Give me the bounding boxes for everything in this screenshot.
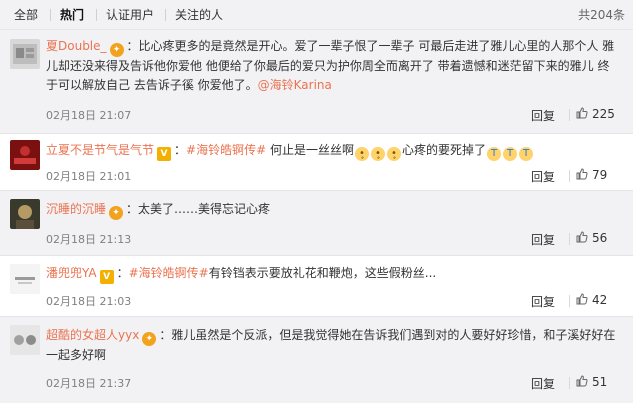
thumb-up-icon bbox=[576, 375, 588, 387]
topic-link[interactable]: #海铃皓锕传# bbox=[186, 143, 266, 157]
comment-timestamp: 02月18日 21:37 bbox=[46, 377, 132, 390]
vip-badge-icon: V bbox=[157, 147, 172, 161]
like-count: 225 bbox=[592, 107, 615, 121]
avatar-image-icon bbox=[10, 264, 40, 294]
mention-link[interactable]: @海铃Karina bbox=[258, 78, 332, 92]
avatar-image-icon bbox=[10, 39, 40, 69]
action-divider bbox=[569, 377, 570, 389]
avatar-image-icon bbox=[10, 140, 40, 170]
thumb-up-icon bbox=[576, 168, 588, 180]
comment-total-count: 共204条 bbox=[578, 8, 625, 22]
sad-face-icon: •̥ bbox=[371, 147, 385, 161]
reply-button[interactable]: 回复 bbox=[531, 375, 555, 392]
like-count: 56 bbox=[592, 231, 608, 245]
action-divider bbox=[569, 170, 570, 182]
avatar-image-icon bbox=[10, 325, 40, 355]
thumb-up-icon bbox=[576, 293, 588, 305]
like-count: 42 bbox=[592, 293, 608, 307]
avatar[interactable] bbox=[10, 264, 40, 294]
crying-face-icon: T bbox=[519, 147, 534, 161]
like-button[interactable]: 225 bbox=[576, 107, 615, 121]
comment-body: 有铃铛表示要放礼花和鞭炮，这些假粉丝... bbox=[208, 266, 437, 280]
comment-item: 夏Double_ ✦ ：比心疼更多的是竟然是开心。爱了一辈子恨了一辈子 可最后走进了… bbox=[0, 30, 633, 133]
tab-hot[interactable]: 热门 bbox=[60, 0, 84, 30]
tab-divider bbox=[50, 9, 51, 21]
comment-body-continued: 心疼的要死掉了 bbox=[402, 143, 487, 157]
comment-text: 夏Double_ ✦ ：比心疼更多的是竟然是开心。爱了一辈子恨了一辈子 可最后走进了… bbox=[46, 39, 615, 92]
comment-username[interactable]: 潘兜兜YA bbox=[46, 266, 97, 280]
avatar-image-icon bbox=[10, 199, 40, 229]
comment-text: 潘兜兜YA V ：#海铃皓锕传#有铃铛表示要放礼花和鞭炮，这些假粉丝... bbox=[46, 266, 437, 284]
comment-body: 太美了……美得忘记心疼 bbox=[138, 202, 271, 216]
tab-divider bbox=[165, 9, 166, 21]
comment-text: 立夏不是节气是气节 V ：#海铃皓锕传# 何止是一丝丝啊 •̥ •̥ •̥ 心疼的要死掉了 T… bbox=[46, 141, 619, 161]
comment-text: 超酷的女超人yyx ✦ ：雅儿虽然是个反派，但是我觉得她在告诉我们遇到对的人要好好珍… bbox=[46, 328, 616, 362]
reply-button[interactable]: 回复 bbox=[531, 293, 555, 310]
thumb-up-icon bbox=[576, 231, 588, 243]
like-button[interactable]: 56 bbox=[576, 231, 607, 245]
thumb-up-icon bbox=[576, 107, 588, 119]
avatar[interactable] bbox=[10, 199, 40, 229]
like-count: 79 bbox=[592, 168, 608, 182]
comment-timestamp: 02月18日 21:01 bbox=[46, 170, 132, 183]
action-divider bbox=[569, 109, 570, 121]
crying-face-icon: T bbox=[503, 147, 518, 161]
like-button[interactable]: 51 bbox=[576, 375, 607, 389]
vip-badge-icon: ✦ bbox=[109, 206, 124, 220]
topic-link[interactable]: #海铃皓锕传# bbox=[129, 266, 209, 280]
comment-filter-bar: 全部 热门 认证用户 关注的人 共204条 bbox=[0, 0, 633, 30]
vip-badge-icon: ✦ bbox=[109, 43, 124, 57]
reply-button[interactable]: 回复 bbox=[531, 168, 555, 185]
comment-username[interactable]: 沉睡的沉睡 bbox=[46, 202, 106, 216]
avatar[interactable] bbox=[10, 140, 40, 170]
comment-timestamp: 02月18日 21:13 bbox=[46, 233, 132, 246]
tab-all[interactable]: 全部 bbox=[14, 0, 38, 30]
comment-username[interactable]: 超酷的女超人yyx bbox=[46, 328, 139, 342]
avatar[interactable] bbox=[10, 325, 40, 355]
comment-timestamp: 02月18日 21:03 bbox=[46, 295, 132, 308]
tab-divider bbox=[96, 9, 97, 21]
reply-button[interactable]: 回复 bbox=[531, 231, 555, 248]
like-count: 51 bbox=[592, 375, 608, 389]
comment-item: 潘兜兜YA V ：#海铃皓锕传#有铃铛表示要放礼花和鞭炮，这些假粉丝... 02月1… bbox=[0, 256, 633, 316]
comment-timestamp: 02月18日 21:07 bbox=[46, 109, 132, 122]
comment-text: 沉睡的沉睡 ✦ ：太美了……美得忘记心疼 bbox=[46, 202, 271, 220]
comment-body: 何止是一丝丝啊 bbox=[269, 143, 354, 157]
vip-badge-icon: ✦ bbox=[142, 332, 157, 346]
like-button[interactable]: 42 bbox=[576, 293, 607, 307]
sad-face-icon: •̥ bbox=[387, 147, 401, 161]
comment-username[interactable]: 夏Double_ bbox=[46, 39, 107, 53]
comment-username[interactable]: 立夏不是节气是气节 bbox=[46, 143, 154, 157]
comment-item: 立夏不是节气是气节 V ：#海铃皓锕传# 何止是一丝丝啊 •̥ •̥ •̥ 心疼的要死掉了 T… bbox=[0, 134, 633, 190]
avatar[interactable] bbox=[10, 39, 40, 69]
action-divider bbox=[569, 295, 570, 307]
sad-face-icon: •̥ bbox=[355, 147, 369, 161]
comment-item: 超酷的女超人yyx ✦ ：雅儿虽然是个反派，但是我觉得她在告诉我们遇到对的人要好好珍… bbox=[0, 317, 633, 403]
like-button[interactable]: 79 bbox=[576, 168, 607, 182]
crying-face-icon: T bbox=[487, 147, 502, 161]
comment-item: 沉睡的沉睡 ✦ ：太美了……美得忘记心疼 02月18日 21:13 回复 56 bbox=[0, 191, 633, 255]
vip-badge-icon: V bbox=[99, 270, 114, 284]
tab-following[interactable]: 关注的人 bbox=[175, 0, 223, 30]
action-divider bbox=[569, 233, 570, 245]
tab-verified-users[interactable]: 认证用户 bbox=[106, 0, 154, 30]
reply-button[interactable]: 回复 bbox=[531, 107, 555, 124]
